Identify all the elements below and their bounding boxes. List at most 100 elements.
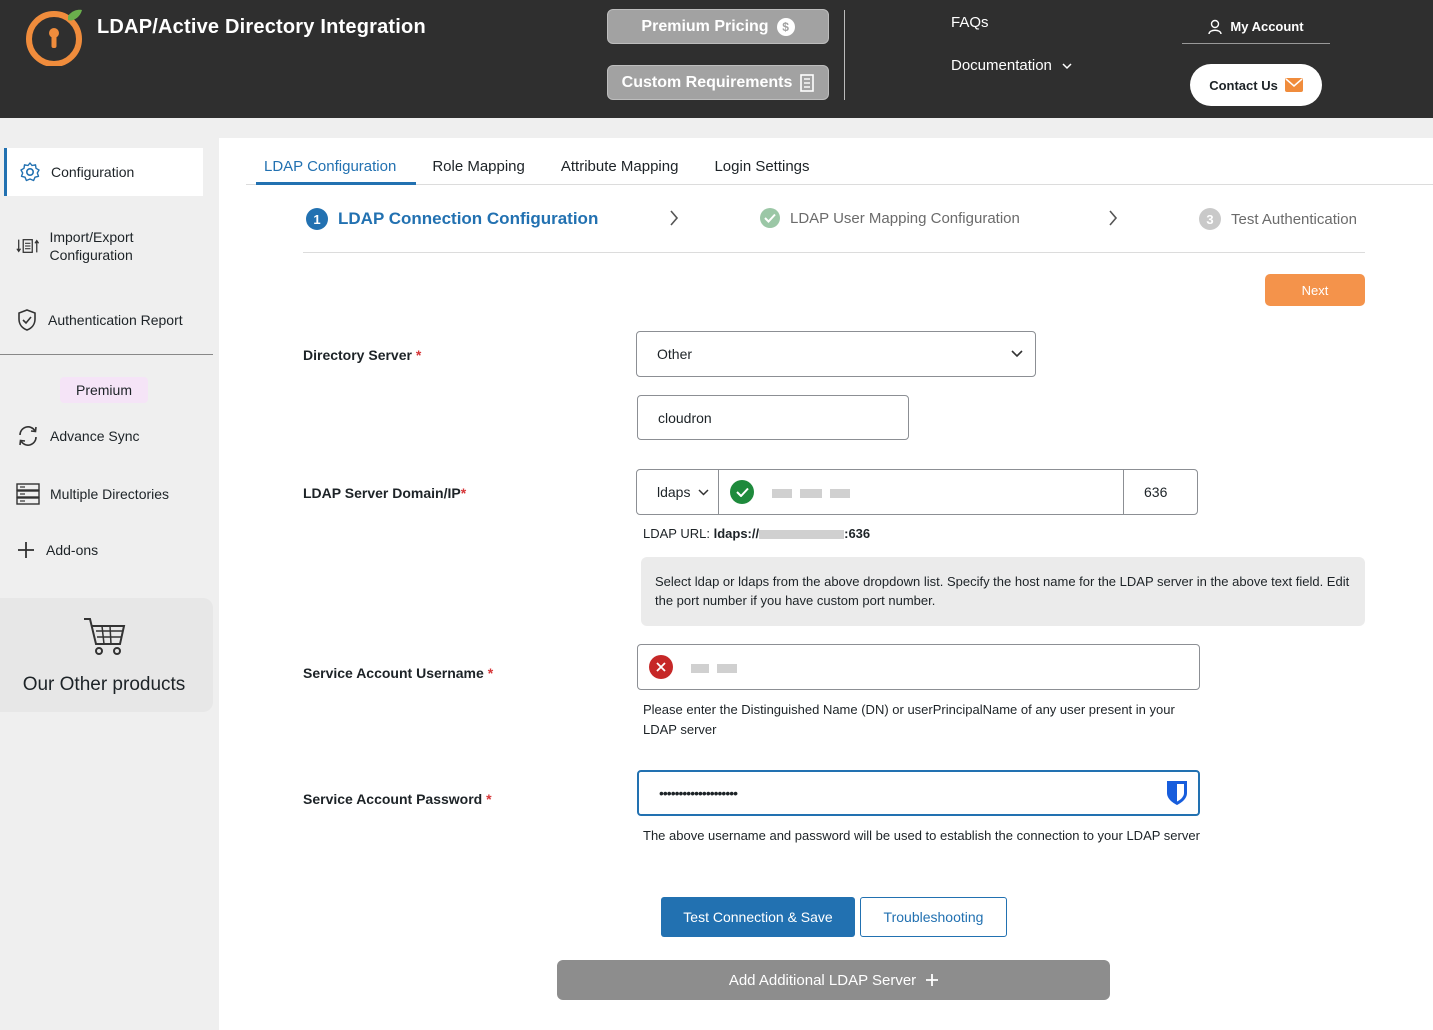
check-circle-icon (760, 208, 780, 228)
password-help: The above username and password will be … (643, 828, 1200, 843)
ldap-url-prefix: ldaps:// (713, 526, 760, 541)
other-products-label: Our Other products (22, 674, 186, 695)
sidebar-item-label: Advance Sync (50, 428, 140, 444)
username-label: Service Account Username * (303, 665, 493, 681)
ldap-url-display: LDAP URL: ldaps://:636 (643, 524, 870, 544)
premium-pricing-label: Premium Pricing (641, 17, 769, 35)
custom-requirements-button[interactable]: Custom Requirements (607, 65, 829, 100)
faqs-link[interactable]: FAQs (951, 14, 989, 31)
sidebar-divider (0, 354, 213, 355)
directory-server-value: Other (657, 346, 693, 362)
next-button[interactable]: Next (1265, 274, 1365, 306)
username-help: Please enter the Distinguished Name (DN)… (643, 702, 1175, 737)
premium-pricing-button[interactable]: Premium Pricing $ (607, 9, 829, 44)
ldap-server-help-box: Select ldap or ldaps from the above drop… (641, 557, 1365, 626)
required-marker: * (486, 791, 492, 807)
other-directory-input[interactable]: cloudron (637, 395, 909, 440)
plus-icon (926, 974, 939, 986)
valid-check-icon (730, 480, 754, 504)
main-panel: LDAP Configuration Role Mapping Attribut… (219, 138, 1433, 1030)
ldap-url-suffix: :636 (844, 526, 871, 541)
chevron-right-icon (1109, 210, 1118, 226)
step-2[interactable]: LDAP User Mapping Configuration (760, 208, 1020, 228)
other-products-card[interactable]: Our Other products (0, 598, 213, 712)
tab-attribute-mapping[interactable]: Attribute Mapping (543, 138, 697, 185)
sidebar-item-label: Configuration (51, 164, 135, 180)
plus-icon (18, 542, 34, 558)
username-redacted (691, 659, 745, 675)
premium-badge: Premium (60, 377, 148, 403)
custom-requirements-label: Custom Requirements (621, 73, 793, 91)
sidebar-item-label: Multiple Directories (50, 486, 170, 502)
contact-us-label: Contact Us (1209, 77, 1278, 93)
username-label-text: Service Account Username (303, 665, 484, 681)
contact-us-button[interactable]: Contact Us (1190, 64, 1322, 106)
required-marker: * (460, 485, 467, 501)
sidebar-item-authentication-report[interactable]: Authentication Report (4, 308, 214, 332)
import-export-icon (16, 239, 40, 253)
my-account-label: My Account (1230, 19, 1304, 34)
port-value: 636 (1144, 484, 1168, 500)
required-marker: * (487, 665, 494, 681)
other-directory-value: cloudron (658, 409, 712, 426)
tab-role-mapping[interactable]: Role Mapping (414, 138, 543, 185)
password-label: Service Account Password * (303, 791, 492, 807)
tab-bar: LDAP Configuration Role Mapping Attribut… (246, 138, 1433, 185)
sidebar-item-multiple-directories[interactable]: Multiple Directories (4, 483, 214, 505)
test-connection-save-button[interactable]: Test Connection & Save (661, 897, 855, 937)
port-input[interactable]: 636 (1123, 469, 1198, 515)
ldap-host-redacted (772, 484, 858, 500)
service-username-input[interactable] (637, 644, 1200, 690)
documentation-menu[interactable]: Documentation (951, 57, 1072, 74)
password-value: •••••••••••••••••••• (659, 785, 738, 801)
cart-icon (84, 618, 126, 655)
dollar-icon: $ (776, 17, 795, 36)
step-2-label: LDAP User Mapping Configuration (790, 209, 1020, 227)
step-1[interactable]: 1 LDAP Connection Configuration (306, 208, 598, 230)
sidebar-item-label: Add-ons (46, 542, 99, 558)
gear-icon (20, 162, 40, 182)
chevron-down-icon (698, 488, 709, 496)
directory-server-label: Directory Server * (303, 347, 421, 363)
step-progress: 1 LDAP Connection Configuration LDAP Use… (303, 198, 1365, 253)
directory-server-label-text: Directory Server (303, 347, 412, 363)
service-password-input[interactable]: •••••••••••••••••••• (637, 770, 1200, 816)
step-3-label: Test Authentication (1231, 210, 1357, 228)
sidebar-item-advance-sync[interactable]: Advance Sync (4, 425, 214, 447)
plugin-logo (26, 9, 82, 66)
ldap-server-label: LDAP Server Domain/IP* (303, 485, 466, 501)
directory-server-select[interactable]: Other (636, 331, 1036, 377)
sidebar-item-import-export[interactable]: Import/Export Configuration (4, 228, 204, 264)
ldap-host-input[interactable] (718, 469, 1124, 515)
step-3[interactable]: 3 Test Authentication (1199, 208, 1357, 230)
add-ldap-server-label: Add Additional LDAP Server (728, 971, 917, 989)
password-label-text: Service Account Password (303, 791, 483, 807)
troubleshooting-button[interactable]: Troubleshooting (860, 897, 1007, 937)
sidebar-item-label: Authentication Report (48, 312, 183, 328)
mail-icon (1284, 78, 1303, 92)
sidebar: Configuration Import/Export Configuratio… (0, 138, 219, 1030)
tab-ldap-configuration[interactable]: LDAP Configuration (246, 138, 417, 185)
sidebar-item-label: Import/Export Configuration (49, 229, 134, 263)
sync-icon (19, 426, 37, 446)
required-marker: * (415, 347, 422, 363)
header-divider (844, 10, 845, 100)
step-3-number: 3 (1199, 208, 1221, 230)
sidebar-item-add-ons[interactable]: Add-ons (4, 540, 214, 560)
chevron-down-icon (1011, 350, 1023, 358)
sidebar-item-configuration[interactable]: Configuration (4, 148, 203, 196)
directories-icon (16, 483, 40, 505)
chevron-down-icon (1062, 62, 1072, 69)
add-ldap-server-button[interactable]: Add Additional LDAP Server (557, 960, 1110, 1000)
protocol-value: ldaps (657, 484, 691, 500)
tab-login-settings[interactable]: Login Settings (696, 138, 827, 185)
step-1-label: LDAP Connection Configuration (338, 209, 599, 228)
shield-check-icon (18, 309, 36, 331)
user-icon (1208, 19, 1223, 34)
password-manager-icon (1167, 781, 1187, 805)
app-title: LDAP/Active Directory Integration (97, 16, 426, 38)
protocol-select[interactable]: ldaps (636, 469, 719, 515)
top-header: LDAP/Active Directory Integration Premiu… (0, 0, 1433, 118)
error-x-icon (649, 655, 673, 679)
my-account-link[interactable]: My Account (1182, 10, 1330, 44)
